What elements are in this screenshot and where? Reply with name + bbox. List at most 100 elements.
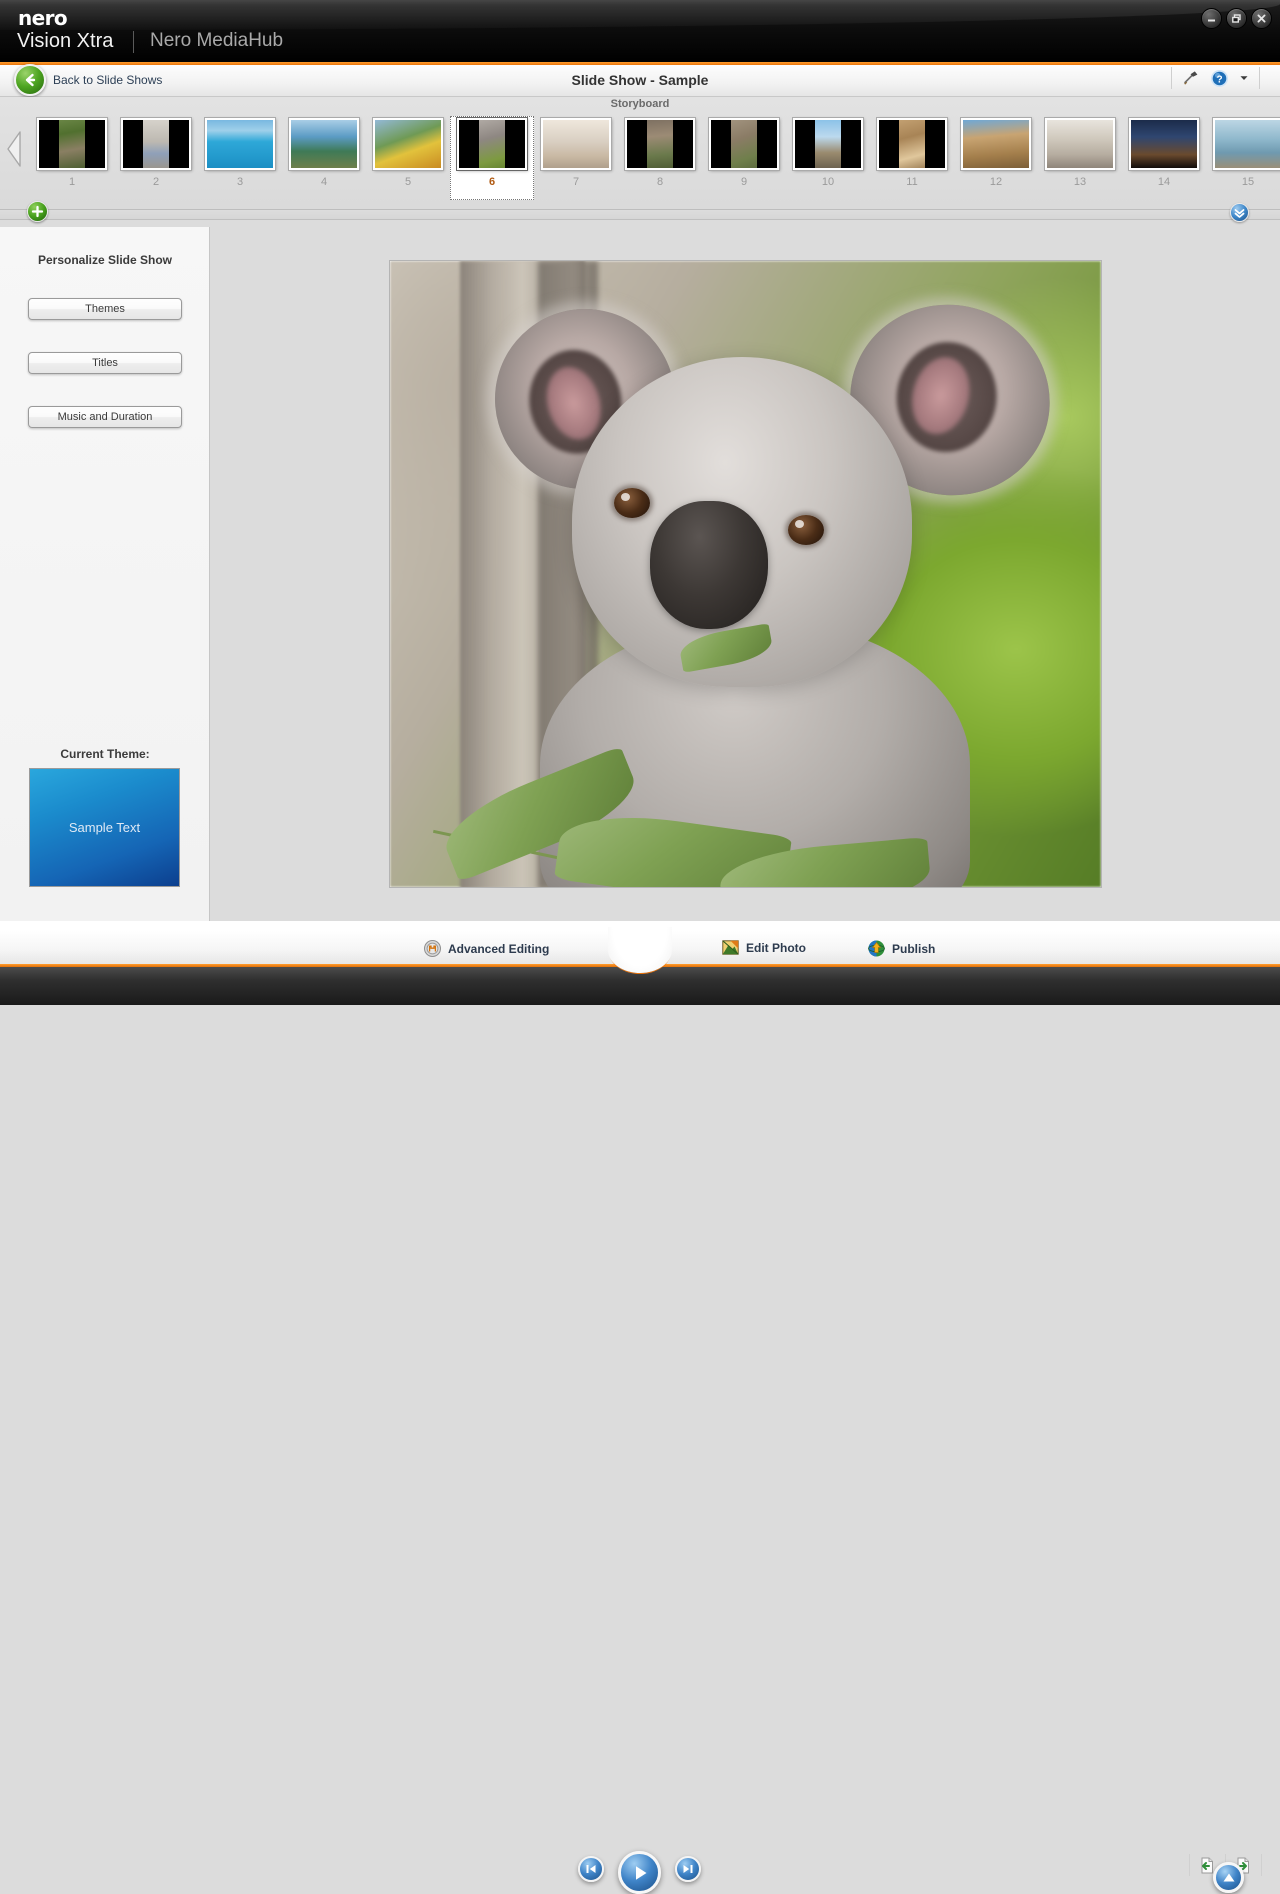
hammer-tool-icon[interactable]: [1182, 69, 1200, 87]
thumbnail-image: [711, 120, 777, 168]
slide-number: 8: [657, 176, 663, 188]
restore-button[interactable]: [1226, 8, 1247, 29]
storyboard-slide-10[interactable]: 10: [786, 116, 870, 200]
page-title: Slide Show - Sample: [0, 72, 1280, 88]
storyboard-slide-7[interactable]: 7: [534, 116, 618, 200]
slide-thumbnail[interactable]: [877, 118, 947, 170]
publish-globe-icon: [868, 940, 885, 957]
brand-module-name: Nero MediaHub: [150, 30, 283, 52]
storyboard-slide-6[interactable]: 6: [450, 116, 534, 200]
slide-thumbnail[interactable]: [121, 118, 191, 170]
slide-thumbnail[interactable]: [709, 118, 779, 170]
previous-slide-button[interactable]: [578, 1856, 604, 1882]
theme-preview-text: Sample Text: [69, 820, 140, 835]
storyboard-slide-4[interactable]: 4: [282, 116, 366, 200]
sidebar-title: Personalize Slide Show: [0, 253, 210, 267]
main-body: Personalize Slide Show Themes Titles Mus…: [0, 227, 1280, 921]
koala-eye-right: [788, 515, 824, 545]
storyboard-slide-1[interactable]: 1: [30, 116, 114, 200]
header-divider-right: [1259, 67, 1260, 89]
bottom-divider-1: [1189, 1854, 1190, 1876]
bottom-bar: Advanced Editing Edit Photo Publish: [0, 921, 1280, 984]
slide-thumbnail[interactable]: [457, 118, 527, 170]
slide-thumbnail[interactable]: [793, 118, 863, 170]
collapse-storyboard-button[interactable]: [1230, 203, 1249, 222]
edit-photo-button[interactable]: Edit Photo: [722, 940, 806, 955]
skip-next-icon: [681, 1862, 695, 1876]
advanced-editing-icon: [424, 940, 441, 957]
slide-number: 3: [237, 176, 243, 188]
slide-thumbnail[interactable]: [37, 118, 107, 170]
current-theme-preview[interactable]: Sample Text: [29, 768, 180, 887]
storyboard-slide-12[interactable]: 12: [954, 116, 1038, 200]
title-bar: nero Vision Xtra Nero MediaHub: [0, 0, 1280, 62]
storyboard-label: Storyboard: [0, 98, 1280, 110]
help-button[interactable]: ?: [1210, 69, 1229, 88]
storyboard-slide-5[interactable]: 5: [366, 116, 450, 200]
thumbnail-image: [963, 120, 1029, 168]
storyboard-slide-11[interactable]: 11: [870, 116, 954, 200]
slide-number: 2: [153, 176, 159, 188]
play-button[interactable]: [618, 1851, 661, 1894]
storyboard-slide-13[interactable]: 13: [1038, 116, 1122, 200]
slide-number: 10: [822, 176, 834, 188]
header-divider-left: [1171, 67, 1172, 89]
slide-preview-image[interactable]: [389, 260, 1102, 888]
thumbnail-image: [795, 120, 861, 168]
thumbnail-image: [543, 120, 609, 168]
add-slide-button[interactable]: [27, 201, 48, 222]
double-chevron-down-icon: [1233, 206, 1246, 219]
slide-number: 14: [1158, 176, 1170, 188]
slide-thumbnail[interactable]: [1129, 118, 1199, 170]
chevron-down-icon: [1239, 73, 1249, 83]
slide-thumbnail[interactable]: [205, 118, 275, 170]
slide-number: 4: [321, 176, 327, 188]
storyboard-slide-2[interactable]: 2: [114, 116, 198, 200]
slide-thumbnail[interactable]: [373, 118, 443, 170]
storyboard-ledge: [0, 210, 1280, 228]
close-button[interactable]: [1251, 8, 1272, 29]
storyboard-slide-3[interactable]: 3: [198, 116, 282, 200]
storyboard-prev-arrow[interactable]: [2, 126, 28, 172]
slide-number: 7: [573, 176, 579, 188]
storyboard-track[interactable]: 123456789101112131415: [30, 116, 1254, 204]
slide-number: 11: [906, 176, 917, 188]
slide-thumbnail[interactable]: [625, 118, 695, 170]
storyboard-ledge-inner: [0, 210, 1280, 220]
help-dropdown-button[interactable]: [1239, 73, 1249, 83]
slide-thumbnail[interactable]: [961, 118, 1031, 170]
publish-button[interactable]: Publish: [868, 940, 935, 957]
plus-icon: [31, 205, 44, 218]
storyboard-slide-9[interactable]: 9: [702, 116, 786, 200]
slide-number: 13: [1074, 176, 1086, 188]
storyboard-slide-15[interactable]: 15: [1206, 116, 1280, 200]
slide-thumbnail[interactable]: [1045, 118, 1115, 170]
storyboard-slide-14[interactable]: 14: [1122, 116, 1206, 200]
header-bar: Back to Slide Shows Slide Show - Sample …: [0, 65, 1280, 97]
minimize-button[interactable]: [1201, 8, 1222, 29]
slide-number: 12: [990, 176, 1002, 188]
slide-number: 6: [489, 176, 495, 188]
thumbnail-image: [123, 120, 189, 168]
thumbnail-image: [1215, 120, 1280, 168]
slide-number: 5: [405, 176, 411, 188]
expand-panel-button[interactable]: [1213, 1862, 1244, 1893]
storyboard-slide-8[interactable]: 8: [618, 116, 702, 200]
advanced-editing-button[interactable]: Advanced Editing: [424, 940, 549, 957]
arrow-up-icon: [1220, 1869, 1238, 1887]
next-slide-button[interactable]: [675, 1856, 701, 1882]
storyboard-panel: Storyboard 123456789101112131415: [0, 97, 1280, 210]
themes-button[interactable]: Themes: [28, 298, 182, 320]
titles-button[interactable]: Titles: [28, 352, 182, 374]
header-tool-icons: ?: [1171, 67, 1260, 89]
bottom-divider-3: [1261, 1854, 1262, 1876]
music-and-duration-button[interactable]: Music and Duration: [28, 406, 182, 428]
thumbnail-image: [375, 120, 441, 168]
slide-thumbnail[interactable]: [289, 118, 359, 170]
slide-number: 15: [1242, 176, 1254, 188]
window-controls: [1201, 8, 1272, 29]
slide-thumbnail[interactable]: [541, 118, 611, 170]
slide-thumbnail[interactable]: [1213, 118, 1280, 170]
preview-area: [211, 227, 1280, 921]
thumbnail-image: [39, 120, 105, 168]
